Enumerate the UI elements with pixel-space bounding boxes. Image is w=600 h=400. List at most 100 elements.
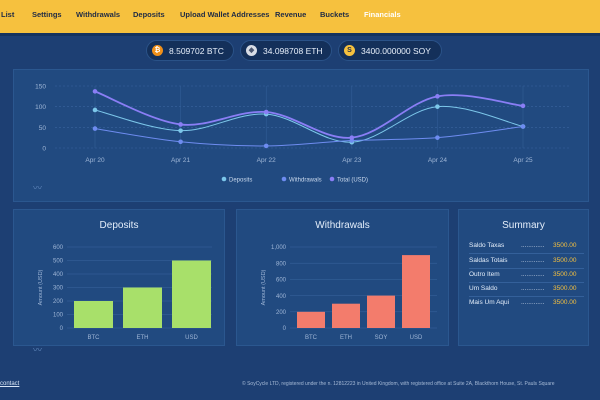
nav-item-settings[interactable]: Settings <box>32 10 62 19</box>
btc-balance-amount: 8.509702 BTC <box>169 45 224 56</box>
eth-balance-amount: 34.098708 ETH <box>263 45 323 56</box>
summary-panel: Summary Saldo Taxas............. 3500.00 … <box>458 209 589 346</box>
bar-eth <box>123 287 162 328</box>
data-point <box>92 126 98 131</box>
bitcoin-icon: ₿ <box>152 45 163 56</box>
summary-divider <box>469 253 584 254</box>
series-line-deposits <box>94 105 524 143</box>
y-tick-label: 600 <box>53 245 64 251</box>
data-point <box>178 122 183 127</box>
x-tick-label: Apr 20 <box>85 157 105 164</box>
legend-label: Total (USD) <box>337 178 368 184</box>
financials-line-chart: 0 50 100 150 Apr 20 Apr 21 Apr 22 Apr 23 Apr 24 A… <box>35 84 571 184</box>
bar-usd <box>172 260 211 328</box>
summary-divider <box>469 296 584 297</box>
nav-item-withdrawals[interactable]: Withdrawals <box>76 10 120 19</box>
y-tick-label: 500 <box>53 259 64 265</box>
summary-row-value: 3500.00 <box>553 242 577 249</box>
bar-btc <box>74 301 113 328</box>
series-line-total-usd- <box>94 90 524 139</box>
y-tick-label: 600 <box>276 278 287 284</box>
deposits-bar-chart: 0 100 200 300 400 500 600 Amount (USD) BTC ETH USD <box>38 245 212 341</box>
summary-row-label: Saldo Taxas <box>469 242 505 249</box>
nav-item-upload-wallet-addresses[interactable]: Upload Wallet Addresses <box>180 10 269 19</box>
nav-item-financials[interactable]: Financials <box>364 10 401 19</box>
y-tick-label: 800 <box>276 261 287 267</box>
y-tick-label: 200 <box>53 299 64 305</box>
withdrawals-bar-chart: 0 200 400 600 800 1,000 Amount (USD) BTC ETH SOY U… <box>261 245 437 341</box>
data-point <box>435 135 440 140</box>
y-tick-label: 200 <box>276 310 287 316</box>
financials-line-chart-panel: 0 50 100 150 Apr 20 Apr 21 Apr 22 Apr 23 Apr 24 A… <box>13 69 589 202</box>
summary-divider <box>469 282 584 283</box>
x-tick-label: SOY <box>375 335 388 341</box>
y-tick-label: 400 <box>53 272 64 278</box>
y-axis-label: Amount (USD) <box>261 269 267 305</box>
summary-title: Summary <box>502 220 545 231</box>
x-tick-label: Apr 22 <box>257 157 277 164</box>
data-point <box>263 143 269 149</box>
summary-row-label: Outro Item <box>469 271 500 278</box>
x-tick-label: ETH <box>137 335 149 341</box>
y-tick-label: 0 <box>60 326 64 332</box>
y-tick-label: 1,000 <box>271 245 287 251</box>
footer-copyright: © SoyCycle LTD, registered under the n. … <box>242 381 555 387</box>
summary-row-label: Mais Um Aqui <box>469 299 510 306</box>
withdrawals-chart-panel: Withdrawals 0 200 400 600 800 1,000 Amount (US… <box>236 209 449 346</box>
data-point <box>349 135 355 140</box>
x-tick-label: ETH <box>340 335 352 341</box>
data-point <box>178 139 183 145</box>
nav-item-list[interactable]: List <box>1 10 14 19</box>
data-point <box>520 103 526 109</box>
nav-item-buckets[interactable]: Buckets <box>320 10 349 19</box>
data-point <box>92 107 98 113</box>
y-tick-label: 0 <box>42 146 46 153</box>
x-tick-label: USD <box>185 335 198 341</box>
nav-item-revenue[interactable]: Revenue <box>275 10 306 19</box>
summary-divider <box>469 268 584 269</box>
legend-marker <box>329 176 335 182</box>
x-tick-label: BTC <box>88 335 101 341</box>
y-tick-label: 300 <box>53 286 64 292</box>
y-axis-label: Amount (USD) <box>38 269 44 305</box>
soy-balance-amount: 3400.000000 SOY <box>361 45 431 56</box>
contact-link[interactable]: contact <box>0 381 19 387</box>
summary-row-value: 3500.00 <box>553 257 577 264</box>
x-tick-label: Apr 25 <box>513 157 533 164</box>
bar-btc <box>297 311 325 328</box>
x-tick-label: USD <box>410 335 423 341</box>
top-navigation: List Settings Withdrawals Deposits Uploa… <box>0 0 600 33</box>
x-tick-label: Apr 23 <box>342 157 362 164</box>
y-tick-label: 0 <box>283 326 287 332</box>
deposits-chart-panel: Deposits 0 100 200 300 400 500 600 Amount (USD)… <box>13 209 225 346</box>
legend-label: Deposits <box>229 178 252 184</box>
y-tick-label: 150 <box>35 84 46 91</box>
btc-balance: ₿ 8.509702 BTC <box>146 40 234 61</box>
summary-row-value: 3500.00 <box>553 285 577 292</box>
eth-balance: ◆ 34.098708 ETH <box>240 40 332 61</box>
summary-row-value: 3500.00 <box>553 299 577 306</box>
data-point <box>435 104 440 109</box>
data-point <box>92 89 98 94</box>
y-tick-label: 400 <box>276 294 287 300</box>
wave-decoration-icon: 〰 <box>33 345 43 355</box>
data-point <box>178 128 183 133</box>
legend-label: Withdrawals <box>289 178 322 184</box>
bar-soy <box>367 295 395 328</box>
nav-item-deposits[interactable]: Deposits <box>133 10 165 19</box>
data-point <box>435 94 440 99</box>
ethereum-icon: ◆ <box>246 45 257 56</box>
y-tick-label: 50 <box>39 125 47 132</box>
x-tick-label: Apr 21 <box>171 157 191 164</box>
summary-row-label: Saldas Totais <box>469 257 508 264</box>
nav-divider <box>0 33 600 36</box>
x-tick-label: Apr 24 <box>428 157 448 164</box>
summary-row-value: 3500.00 <box>553 271 577 278</box>
summary-row-label: Um Saldo <box>469 285 498 292</box>
y-tick-label: 100 <box>35 104 46 111</box>
data-point <box>520 124 526 129</box>
bar-eth <box>332 303 360 328</box>
summary-row: Mais Um Aqui............. 3500.00 <box>469 299 577 306</box>
legend-marker <box>281 176 287 182</box>
soy-token-icon: S <box>344 45 355 56</box>
